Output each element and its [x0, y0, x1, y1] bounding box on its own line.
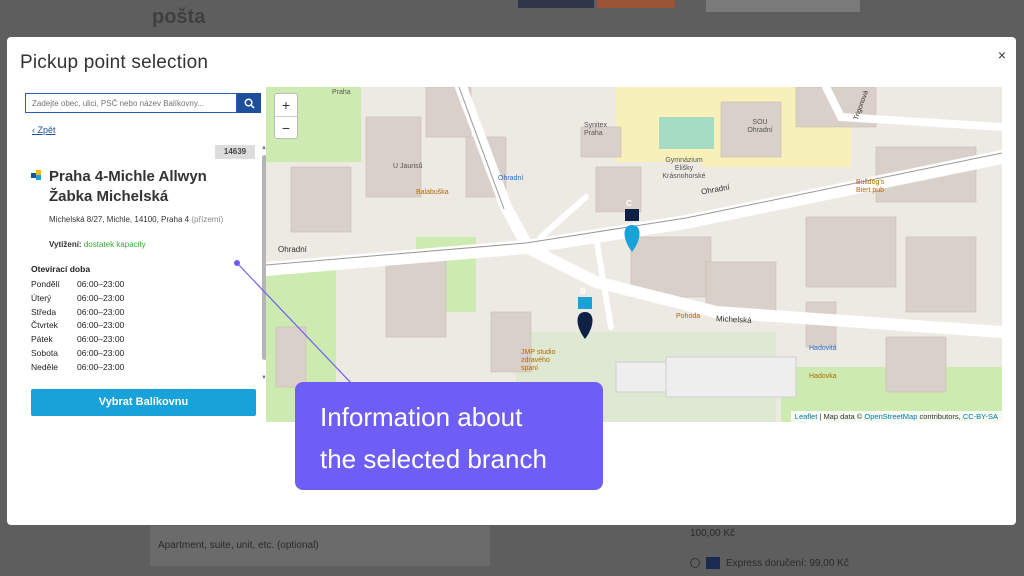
branch-detail-panel: 14639 ▲ ▼ Praha 4-Michle Allwyn Žabka Mi…: [20, 145, 267, 391]
opening-hours-title: Otevírací doba: [31, 264, 91, 274]
hours-time: 06:00–23:00: [77, 334, 125, 345]
map-label-synitex: Synitex Praha: [584, 122, 607, 137]
hours-day: Neděle: [31, 361, 58, 372]
background-summary-box: [706, 0, 860, 12]
background-button-orange: [597, 0, 675, 8]
hours-row: Čtvrtek 06:00–23:00: [31, 320, 124, 334]
branch-capacity: Vytížení: dostatek kapacity: [49, 240, 146, 249]
branch-id-badge: 14639: [215, 145, 255, 159]
hours-row: Středa 06:00–23:00: [31, 307, 124, 321]
hours-time: 06:00–23:00: [77, 292, 125, 303]
map-label-jmp: JMP studio zdravého spaní: [521, 349, 556, 372]
map-view[interactable]: Praha Synitex Praha SOU Ohradní Gymnáziu…: [266, 87, 1002, 422]
marker-b-label: B: [580, 287, 586, 296]
map-label-sou: SOU Ohradní: [747, 119, 773, 134]
marker-c-label: C: [626, 199, 632, 208]
back-label: Zpět: [37, 125, 56, 135]
express-radio: [690, 558, 700, 568]
zoom-control: + −: [274, 93, 298, 139]
carrier-logo-icon: [706, 557, 720, 569]
hours-row: Úterý 06:00–23:00: [31, 293, 124, 307]
map-label-balabuska: Balabuška: [416, 189, 449, 196]
hours-row: Pondělí 06:00–23:00: [31, 279, 124, 293]
map-label-pohoda: Pohoda: [676, 313, 701, 320]
map-label-hadovka: Hadovka: [809, 373, 837, 380]
annotation-callout: Information about the selected branch: [295, 382, 603, 490]
callout-line-1: Information about: [320, 402, 523, 432]
map-label-u-jaurisu: U Jaurisů: [393, 163, 423, 170]
hours-time: 06:00–23:00: [77, 320, 125, 331]
attribution-text: | Map data ©: [819, 412, 863, 421]
search-bar: [25, 93, 261, 115]
opening-hours-list: Pondělí 06:00–23:00 Úterý 06:00–23:00 Stře…: [31, 279, 124, 376]
map-label-bulldogs: Bulldog's Biert pub: [856, 179, 885, 194]
branch-address: Michelská 8/27, Michle, 14100, Praha 4 (…: [49, 215, 223, 224]
map-label-hadovita-stop: Hadovitá: [809, 345, 837, 352]
hours-time: 06:00–23:00: [77, 347, 125, 358]
map-label-gymnazium: Gymnázium Elišky Krásnohorské: [662, 157, 706, 180]
branch-address-text: Michelská 8/27, Michle, 14100, Praha 4: [49, 215, 190, 224]
map-street-michelska: Michelská: [715, 314, 752, 325]
capacity-label: Vytížení:: [49, 240, 82, 249]
map-street-ohradni: Ohradní: [278, 245, 307, 254]
attribution-osm-link[interactable]: OpenStreetMap: [864, 412, 917, 421]
hours-day: Čtvrtek: [31, 320, 58, 331]
close-button[interactable]: ×: [998, 47, 1006, 63]
search-icon: [244, 98, 255, 109]
attribution-license-link[interactable]: CC-BY-SA: [963, 412, 998, 421]
zoom-out-button[interactable]: −: [275, 117, 297, 139]
hours-day: Pátek: [31, 334, 53, 345]
attribution-leaflet-link[interactable]: Leaflet: [795, 412, 818, 421]
attribution-contrib: contributors,: [919, 412, 961, 421]
modal-title: Pickup point selection: [20, 52, 209, 73]
map-canvas[interactable]: [266, 87, 1002, 422]
background-button-dark: [518, 0, 594, 8]
branch-name: Praha 4-Michle Allwyn Žabka Michelská: [49, 168, 207, 205]
express-label: Express doručení: 99,00 Kč: [726, 557, 849, 569]
map-label-praha: Praha: [332, 89, 351, 96]
callout-line-2: the selected branch: [320, 444, 547, 474]
zoom-in-button[interactable]: +: [275, 94, 297, 117]
hours-time: 06:00–23:00: [77, 306, 125, 317]
branch-address-note: (přízemí): [191, 215, 224, 224]
search-input[interactable]: [25, 93, 237, 113]
hours-row: Sobota 06:00–23:00: [31, 348, 124, 362]
search-button[interactable]: [237, 93, 261, 113]
balikovna-logo-icon: [31, 170, 41, 180]
hours-day: Úterý: [31, 292, 52, 303]
map-label-ohradni-stop: Ohradní: [498, 175, 524, 182]
hours-day: Sobota: [31, 347, 58, 358]
capacity-value: dostatek kapacity: [83, 240, 146, 249]
back-link[interactable]: ‹ Zpět: [32, 125, 56, 135]
background-address-field: Apartment, suite, unit, etc. (optional): [150, 526, 490, 566]
hours-row: Pátek 06:00–23:00: [31, 334, 124, 348]
hours-time: 06:00–23:00: [77, 279, 125, 289]
background-express-option: Express doručení: 99,00 Kč: [690, 557, 849, 569]
hours-time: 06:00–23:00: [77, 361, 125, 372]
background-address-placeholder: Apartment, suite, unit, etc. (optional): [158, 540, 319, 551]
background-shipping-price: 100,00 Kč: [690, 528, 736, 539]
hours-day: Středa: [31, 306, 57, 317]
hours-day: Pondělí: [31, 279, 60, 289]
hours-row: Neděle 06:00–23:00: [31, 362, 124, 376]
select-branch-button[interactable]: Vybrat Balíkovnu: [31, 389, 256, 416]
background-page-title: pošta: [152, 6, 206, 28]
map-attribution: Leaflet | Map data © OpenStreetMap contr…: [790, 411, 1002, 422]
